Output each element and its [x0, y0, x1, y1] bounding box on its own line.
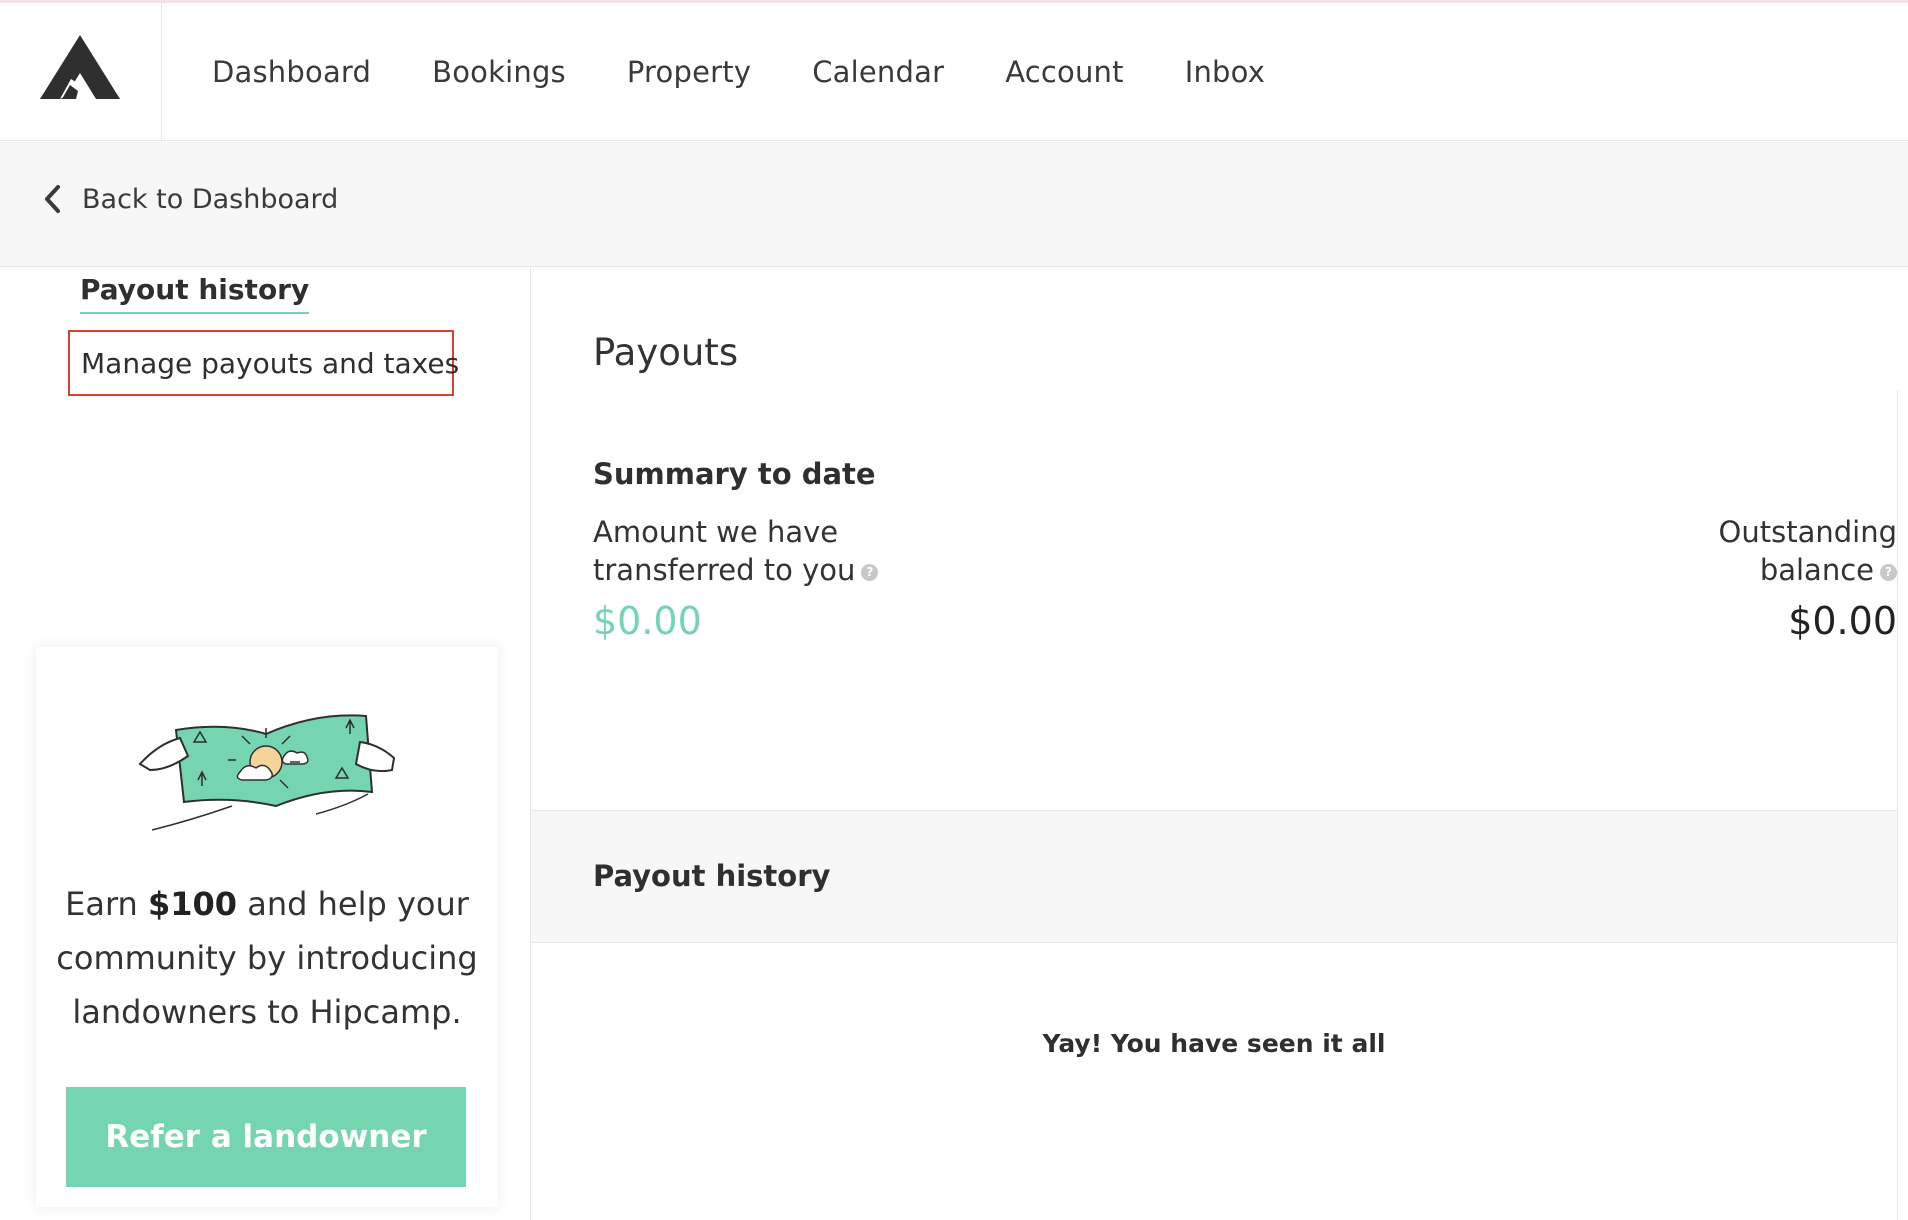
nav-inbox[interactable]: Inbox [1185, 55, 1265, 89]
transferred-label: Amount we have transferred to you? [593, 513, 913, 589]
referral-text: Earn $100 and help your community by int… [36, 877, 498, 1039]
nav-account[interactable]: Account [1005, 55, 1124, 89]
nav-calendar[interactable]: Calendar [812, 55, 944, 89]
transferred-amount: $0.00 [593, 599, 702, 643]
outstanding-amount: $0.00 [1788, 599, 1897, 643]
empty-history-message: Yay! You have seen it all [1042, 1029, 1386, 1058]
main-nav: Dashboard Bookings Property Calendar Acc… [212, 3, 1326, 140]
main-content: Payouts Summary to date Amount we have t… [531, 267, 1897, 1220]
back-to-dashboard-link[interactable]: Back to Dashboard [40, 183, 338, 215]
page-title: Payouts [593, 331, 739, 374]
back-bar: Back to Dashboard [0, 141, 1908, 267]
top-header: Dashboard Bookings Property Calendar Acc… [0, 3, 1908, 141]
outstanding-label: Outstanding balance? [1637, 513, 1897, 589]
sidebar-item-payout-history[interactable]: Payout history [80, 273, 310, 314]
transferred-label-text: Amount we have transferred to you [593, 515, 856, 587]
hipcamp-logo-icon[interactable] [40, 35, 120, 99]
referral-amount: $100 [147, 885, 238, 923]
payout-history-header: Payout history [531, 810, 1897, 943]
referral-card: Earn $100 and help your community by int… [36, 647, 498, 1207]
money-bill-illustration [138, 714, 396, 831]
payout-history-title: Payout history [593, 859, 831, 893]
nav-property[interactable]: Property [627, 55, 751, 89]
question-circle-icon[interactable]: ? [1880, 563, 1897, 581]
refer-landowner-button[interactable]: Refer a landowner [66, 1087, 466, 1187]
right-edge-panel [1897, 390, 1908, 1220]
sidebar: Payout history Manage payouts and taxes … [0, 267, 530, 1220]
nav-dashboard[interactable]: Dashboard [212, 55, 371, 89]
logo-cell[interactable] [0, 3, 162, 140]
sidebar-item-manage-payouts[interactable]: Manage payouts and taxes [68, 330, 459, 396]
chevron-left-icon [45, 185, 60, 213]
nav-bookings[interactable]: Bookings [432, 55, 566, 89]
summary-title: Summary to date [593, 457, 876, 491]
referral-text-start: Earn [65, 885, 148, 923]
question-circle-icon[interactable]: ? [861, 563, 879, 581]
back-label: Back to Dashboard [82, 183, 339, 215]
outstanding-label-text: Outstanding balance [1718, 515, 1897, 587]
